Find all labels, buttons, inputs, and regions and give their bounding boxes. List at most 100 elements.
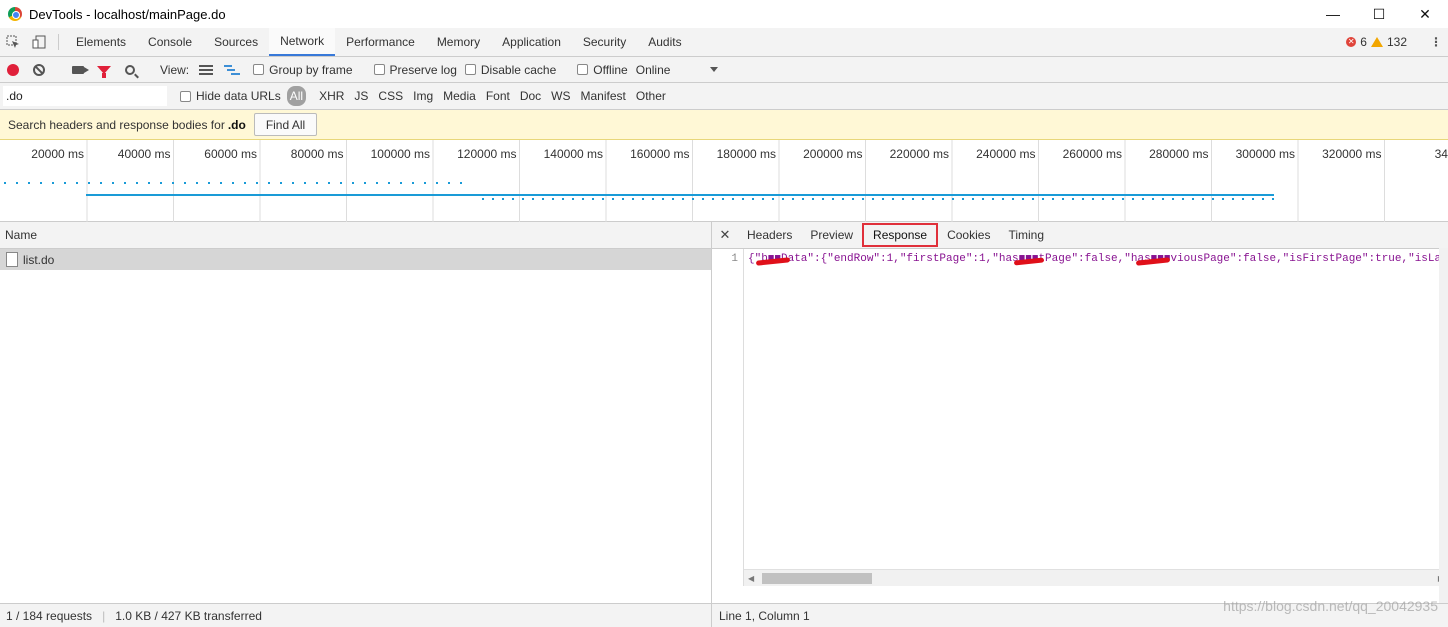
warning-icon xyxy=(1370,37,1383,47)
activity-dot xyxy=(1042,198,1044,200)
tab-headers[interactable]: Headers xyxy=(738,223,801,247)
activity-dot xyxy=(1262,198,1264,200)
throttling-select[interactable]: Online xyxy=(636,63,719,77)
activity-dot xyxy=(942,198,944,200)
activity-dot xyxy=(304,182,306,184)
activity-dot xyxy=(742,198,744,200)
activity-dot xyxy=(196,182,198,184)
disable-cache-checkbox[interactable]: Disable cache xyxy=(457,63,556,77)
activity-dot xyxy=(244,182,246,184)
vertical-scrollbar[interactable] xyxy=(1439,248,1448,603)
response-body[interactable]: {"b■■Data":{"endRow":1,"firstPage":1,"ha… xyxy=(748,253,1440,265)
type-filter-font[interactable]: Font xyxy=(481,86,515,106)
horizontal-scrollbar[interactable]: ◀ ▶ xyxy=(744,569,1448,586)
timeline-tick-label: 40000 ms xyxy=(118,147,171,161)
activity-dot xyxy=(792,198,794,200)
filter-input[interactable] xyxy=(3,86,167,106)
type-filter-js[interactable]: JS xyxy=(349,86,373,106)
timeline-tick-label: 260000 ms xyxy=(1063,147,1122,161)
type-filter-doc[interactable]: Doc xyxy=(515,86,546,106)
activity-dot xyxy=(1052,198,1054,200)
type-filter-css[interactable]: CSS xyxy=(373,86,408,106)
tab-cookies[interactable]: Cookies xyxy=(938,223,999,247)
filter-toggle-button[interactable] xyxy=(91,57,117,83)
request-name: list.do xyxy=(23,252,55,267)
issue-counters[interactable]: ✕ 6 132 ⋮ xyxy=(1346,28,1448,56)
type-filter-xhr[interactable]: XHR xyxy=(314,86,349,106)
maximize-button[interactable]: ☐ xyxy=(1356,0,1402,28)
tab-timing[interactable]: Timing xyxy=(999,223,1053,247)
close-window-button[interactable]: ✕ xyxy=(1402,0,1448,28)
type-filter-all[interactable]: All xyxy=(286,86,307,106)
type-filter-ws[interactable]: WS xyxy=(546,86,575,106)
activity-dot xyxy=(482,198,484,200)
tab-audits[interactable]: Audits xyxy=(637,28,692,56)
clear-button[interactable] xyxy=(26,57,52,83)
search-button[interactable] xyxy=(117,57,143,83)
activity-dot xyxy=(622,198,624,200)
timeline-tick-label: 180000 ms xyxy=(717,147,776,161)
name-column-header[interactable]: Name xyxy=(0,222,711,249)
type-filter-media[interactable]: Media xyxy=(438,86,481,106)
offline-checkbox[interactable]: Offline xyxy=(569,63,628,77)
divider xyxy=(58,34,59,50)
activity-dot xyxy=(972,198,974,200)
tab-network[interactable]: Network xyxy=(269,28,336,56)
tab-security[interactable]: Security xyxy=(572,28,637,56)
devtools-tabbar: Elements Console Sources Network Perform… xyxy=(0,28,1448,57)
minimize-button[interactable]: — xyxy=(1310,0,1356,28)
activity-dot xyxy=(1152,198,1154,200)
scroll-left-icon[interactable]: ◀ xyxy=(748,574,754,583)
activity-dot xyxy=(16,182,18,184)
request-timing-bar xyxy=(86,194,1274,196)
timeline-tick-label: 80000 ms xyxy=(291,147,344,161)
activity-dot xyxy=(862,198,864,200)
type-filter-other[interactable]: Other xyxy=(631,86,671,106)
activity-dot xyxy=(572,198,574,200)
overview-button[interactable] xyxy=(219,57,245,83)
type-filter-img[interactable]: Img xyxy=(408,86,438,106)
activity-dot xyxy=(952,198,954,200)
type-filter-manifest[interactable]: Manifest xyxy=(576,86,631,106)
group-by-frame-checkbox[interactable]: Group by frame xyxy=(245,63,353,77)
close-icon[interactable]: ✕ xyxy=(712,227,738,243)
tab-elements[interactable]: Elements xyxy=(65,28,137,56)
activity-dot xyxy=(112,182,114,184)
scrollbar-thumb[interactable] xyxy=(762,573,872,584)
activity-dot xyxy=(268,182,270,184)
activity-dot xyxy=(1242,198,1244,200)
tab-response[interactable]: Response xyxy=(862,223,939,247)
activity-dot xyxy=(376,182,378,184)
activity-dot xyxy=(52,182,54,184)
record-button[interactable] xyxy=(0,57,26,83)
response-editor[interactable]: 1 {"b■■Data":{"endRow":1,"firstPage":1,"… xyxy=(712,249,1448,586)
tab-preview[interactable]: Preview xyxy=(801,223,862,247)
tab-application[interactable]: Application xyxy=(491,28,572,56)
request-list-pane: Name list.do xyxy=(0,222,712,603)
hide-data-urls-checkbox[interactable]: Hide data URLs xyxy=(172,89,281,103)
activity-dot xyxy=(1162,198,1164,200)
tab-console[interactable]: Console xyxy=(137,28,203,56)
capture-screenshots-button[interactable] xyxy=(65,57,91,83)
preserve-log-checkbox[interactable]: Preserve log xyxy=(366,63,457,77)
activity-dot xyxy=(612,198,614,200)
activity-dot xyxy=(88,182,90,184)
network-toolbar: View: Group by frame Preserve log Disabl… xyxy=(0,57,1448,83)
inspect-element-icon[interactable] xyxy=(0,28,26,56)
tab-performance[interactable]: Performance xyxy=(335,28,426,56)
activity-dot xyxy=(562,198,564,200)
large-rows-button[interactable] xyxy=(193,57,219,83)
activity-dot xyxy=(1062,198,1064,200)
find-all-button[interactable]: Find All xyxy=(253,113,318,136)
search-icon xyxy=(125,64,135,75)
table-row[interactable]: list.do xyxy=(0,249,711,270)
tab-memory[interactable]: Memory xyxy=(426,28,491,56)
tab-sources[interactable]: Sources xyxy=(203,28,269,56)
timeline-tick-label: 220000 ms xyxy=(890,147,949,161)
activity-dot xyxy=(672,198,674,200)
device-toolbar-icon[interactable] xyxy=(26,28,52,56)
cursor-position: Line 1, Column 1 xyxy=(719,608,810,623)
activity-dot xyxy=(292,182,294,184)
timeline-overview[interactable]: 20000 ms 40000 ms 60000 ms 80000 ms 100000 m… xyxy=(0,140,1448,222)
more-options-icon[interactable]: ⋮ xyxy=(1428,35,1444,49)
